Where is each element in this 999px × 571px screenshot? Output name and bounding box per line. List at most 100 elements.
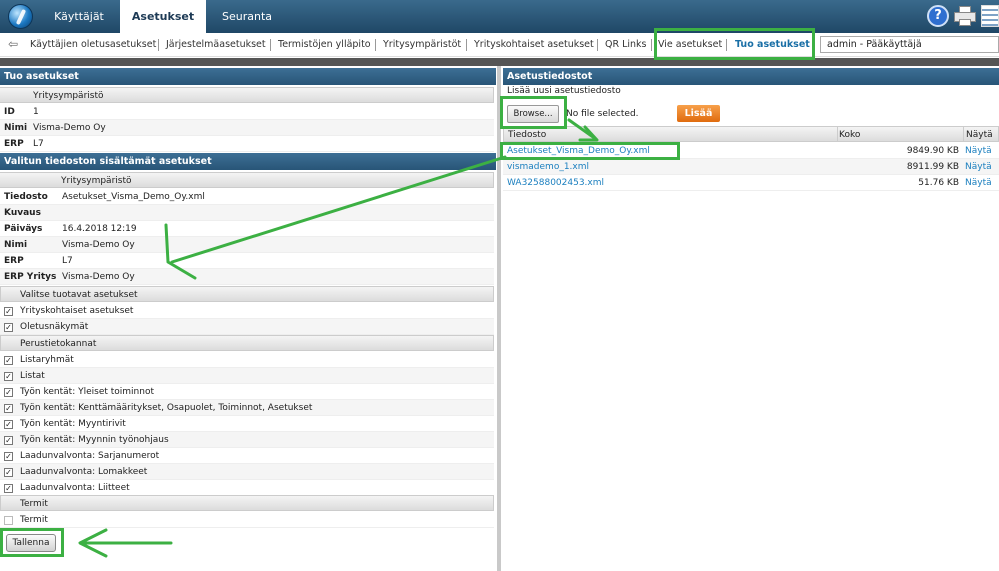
checkbox[interactable]: ✓ xyxy=(4,356,13,365)
subnav-system-settings[interactable]: Järjestelmäasetukset xyxy=(166,37,266,53)
help-icon[interactable]: ? xyxy=(927,5,949,27)
checkbox-label: Oletusnäkymät xyxy=(20,322,89,332)
env-row-erp: ERP L7 xyxy=(0,136,494,152)
contents-header-label: Yritysympäristö xyxy=(61,176,132,186)
select-settings-header: Valitse tuotavat asetukset xyxy=(0,286,494,302)
checkbox[interactable]: ✓ xyxy=(4,452,13,461)
subnav-qr-links[interactable]: QR Links xyxy=(605,37,647,53)
terms-header-label: Termit xyxy=(20,499,48,509)
file-show-link[interactable]: Näytä xyxy=(965,175,992,191)
contents-row-label: ERP xyxy=(4,256,24,266)
checkbox[interactable]: ✓ xyxy=(4,372,13,381)
contents-row-value: 16.4.2018 12:19 xyxy=(62,224,137,234)
env-header-label: Yritysympäristö xyxy=(33,91,104,101)
list-icon[interactable] xyxy=(981,5,999,27)
tab-monitoring[interactable]: Seuranta xyxy=(206,0,288,33)
checkbox[interactable]: ✓ xyxy=(4,404,13,413)
contents-row-file: Tiedosto Asetukset_Visma_Demo_Oy.xml xyxy=(0,189,494,205)
browse-button[interactable]: Browse... xyxy=(507,105,559,123)
base-databases-header: Perustietokannat xyxy=(0,335,494,351)
tab-users[interactable]: Käyttäjät xyxy=(38,0,120,33)
contents-row-label: Päiväys xyxy=(4,224,43,234)
file-row: WA32588002453.xml 51.76 KB Näytä xyxy=(503,175,999,191)
checkbox[interactable]: ✓ xyxy=(4,436,13,445)
settings-files-title: Asetustiedostot xyxy=(503,68,999,85)
add-file-button[interactable]: Lisää xyxy=(677,105,720,122)
subnav-user-defaults[interactable]: Käyttäjien oletusasetukset xyxy=(30,37,156,53)
checkbox-label: Listat xyxy=(20,371,45,381)
user-role-select[interactable]: admin - Pääkäyttäjä xyxy=(820,36,999,53)
checkbox[interactable]: ✓ xyxy=(4,484,13,493)
arrow-head-icon xyxy=(78,528,108,558)
save-button[interactable]: Tallenna xyxy=(6,534,56,552)
env-row-label: Nimi xyxy=(4,123,28,133)
file-show-link[interactable]: Näytä xyxy=(965,143,992,159)
column-file[interactable]: Tiedosto xyxy=(508,127,546,143)
base-item: ✓ Listaryhmät xyxy=(0,352,494,368)
env-header: Yritysympäristö xyxy=(0,87,494,103)
file-size: 8911.99 KB xyxy=(906,162,959,172)
contents-row-label: ERP Yritys xyxy=(4,272,57,282)
base-item: ✓ Laadunvalvonta: Liitteet xyxy=(0,480,494,496)
base-item: ✓ Listat xyxy=(0,368,494,384)
file-name-link[interactable]: Asetukset_Visma_Demo_Oy.xml xyxy=(507,143,650,159)
checkbox-label: Laadunvalvonta: Lomakkeet xyxy=(20,467,148,477)
contents-row-value: Visma-Demo Oy xyxy=(62,272,135,282)
env-row-value: Visma-Demo Oy xyxy=(33,123,106,133)
base-item: ✓ Työn kentät: Myyntirivit xyxy=(0,416,494,432)
env-row-label: ID xyxy=(4,107,15,117)
app-logo[interactable] xyxy=(8,4,33,29)
checkbox[interactable]: ✓ xyxy=(4,307,13,316)
checkbox-label: Laadunvalvonta: Sarjanumerot xyxy=(20,451,160,461)
checkbox[interactable] xyxy=(4,516,13,525)
checkbox[interactable]: ✓ xyxy=(4,420,13,429)
import-settings-title: Tuo asetukset xyxy=(0,68,496,85)
tab-settings[interactable]: Asetukset xyxy=(120,0,206,33)
contents-row-label: Nimi xyxy=(4,240,28,250)
contents-header: Yritysympäristö xyxy=(0,172,494,188)
subnav-import-settings[interactable]: Tuo asetukset xyxy=(735,37,810,53)
contents-row-label: Kuvaus xyxy=(4,208,41,218)
checkbox-label: Laadunvalvonta: Liitteet xyxy=(20,483,130,493)
back-arrow-icon[interactable]: ⇦ xyxy=(8,38,20,50)
checkbox[interactable]: ✓ xyxy=(4,388,13,397)
file-row: vismademo_1.xml 8911.99 KB Näytä xyxy=(503,159,999,175)
header-divider xyxy=(0,58,999,66)
file-status-text: No file selected. xyxy=(566,109,639,119)
panel-splitter[interactable] xyxy=(497,66,501,571)
select-settings-label: Valitse tuotavat asetukset xyxy=(20,290,138,300)
base-item: ✓ Työn kentät: Myynnin työnohjaus xyxy=(0,432,494,448)
add-new-file-label: Lisää uusi asetustiedosto xyxy=(507,86,621,96)
file-contents-title: Valitun tiedoston sisältämät asetukset xyxy=(0,153,496,170)
base-databases-label: Perustietokannat xyxy=(20,339,97,349)
column-show[interactable]: Näytä xyxy=(966,127,993,143)
base-item: ✓ Työn kentät: Yleiset toiminnot xyxy=(0,384,494,400)
file-show-link[interactable]: Näytä xyxy=(965,159,992,175)
checkbox[interactable]: ✓ xyxy=(4,468,13,477)
env-row-id: ID 1 xyxy=(0,104,494,120)
contents-row-label: Tiedosto xyxy=(4,192,48,202)
checkbox-label: Termit xyxy=(20,515,48,525)
file-name-link[interactable]: WA32588002453.xml xyxy=(507,175,604,191)
checkbox-label: Yrityskohtaiset asetukset xyxy=(20,306,134,316)
base-item: ✓ Työn kentät: Kenttämääritykset, Osapuol… xyxy=(0,400,494,416)
select-item: ✓ Oletusnäkymät xyxy=(0,319,494,335)
subnav-terminology[interactable]: Termistöjen ylläpito xyxy=(278,37,371,53)
base-item: ✓ Laadunvalvonta: Sarjanumerot xyxy=(0,448,494,464)
contents-row-value: Asetukset_Visma_Demo_Oy.xml xyxy=(62,192,205,202)
subnav-company-settings[interactable]: Yrityskohtaiset asetukset xyxy=(474,37,594,53)
contents-row-date: Päiväys 16.4.2018 12:19 xyxy=(0,221,494,237)
base-item: ✓ Laadunvalvonta: Lomakkeet xyxy=(0,464,494,480)
subnav-export-settings[interactable]: Vie asetukset xyxy=(658,37,722,53)
print-icon[interactable] xyxy=(954,5,976,27)
env-row-value: L7 xyxy=(33,139,44,149)
column-size[interactable]: Koko xyxy=(839,127,860,143)
terms-item: Termit xyxy=(0,512,494,528)
subnav-company-environments[interactable]: Yritysympäristöt xyxy=(383,37,461,53)
checkbox-label: Työn kentät: Myynnin työnohjaus xyxy=(20,435,169,445)
terms-header: Termit xyxy=(0,495,494,511)
checkbox[interactable]: ✓ xyxy=(4,323,13,332)
checkbox-label: Listaryhmät xyxy=(20,355,74,365)
file-size: 51.76 KB xyxy=(918,178,959,188)
file-name-link[interactable]: vismademo_1.xml xyxy=(507,159,589,175)
